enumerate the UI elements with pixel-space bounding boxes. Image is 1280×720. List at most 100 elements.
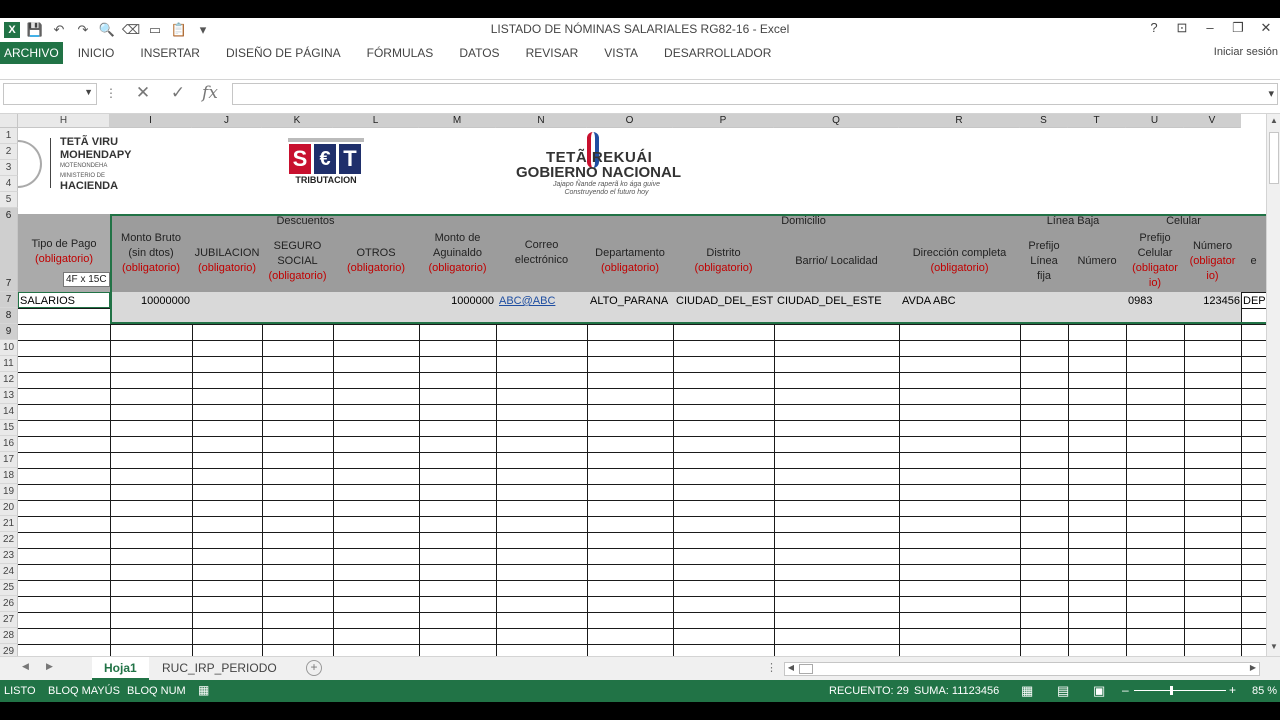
zoom-slider-thumb[interactable]	[1170, 686, 1173, 695]
row-header-20[interactable]: 20	[0, 500, 18, 516]
row-header-27[interactable]: 27	[0, 612, 18, 628]
row-header-23[interactable]: 23	[0, 548, 18, 564]
page-break-icon[interactable]: ▣	[1093, 683, 1105, 699]
tab-vista[interactable]: VISTA	[591, 42, 651, 64]
cell-h8[interactable]: SALARIOS	[20, 294, 108, 308]
select-all-corner[interactable]	[0, 114, 18, 128]
cancel-formula-button[interactable]: ✕	[132, 83, 154, 103]
tab-archivo[interactable]: ARCHIVO	[0, 42, 63, 64]
row-header-24[interactable]: 24	[0, 564, 18, 580]
minimize-button[interactable]: –	[1202, 20, 1218, 36]
row-header-18[interactable]: 18	[0, 468, 18, 484]
row-header-9[interactable]: 9	[0, 324, 18, 340]
row-header-17[interactable]: 17	[0, 452, 18, 468]
column-header-s[interactable]: S	[1020, 114, 1068, 128]
row-header-12[interactable]: 12	[0, 372, 18, 388]
row-header-13[interactable]: 13	[0, 388, 18, 404]
row-header-2[interactable]: 2	[0, 144, 18, 160]
zoom-level[interactable]: 85 %	[1252, 685, 1277, 697]
expand-formula-icon[interactable]: ▾	[1268, 87, 1274, 100]
scroll-left-icon[interactable]: ◀	[785, 663, 797, 672]
ribbon-display-button[interactable]: ⊡	[1174, 20, 1190, 36]
zoom-in-icon[interactable]: +	[1229, 683, 1236, 697]
insert-function-button[interactable]: fx	[199, 83, 221, 103]
tab-datos[interactable]: DATOS	[446, 42, 512, 64]
chevron-down-icon[interactable]: ▼	[84, 87, 93, 97]
column-header-u[interactable]: U	[1126, 114, 1184, 128]
normal-view-icon[interactable]: ▦	[1021, 683, 1033, 699]
row-header-14[interactable]: 14	[0, 404, 18, 420]
cell-n8-link[interactable]: ABC@ABC	[499, 294, 585, 308]
scroll-down-icon[interactable]: ▼	[1267, 642, 1280, 651]
vertical-scroll-thumb[interactable]	[1269, 132, 1279, 184]
column-header-t[interactable]: T	[1068, 114, 1126, 128]
macro-record-icon[interactable]: ▦	[198, 683, 209, 697]
column-header-o[interactable]: O	[587, 114, 673, 128]
row-header-3[interactable]: 3	[0, 160, 18, 176]
column-header-k[interactable]: K	[262, 114, 333, 128]
horizontal-scrollbar[interactable]: ◀ ▶	[784, 662, 1260, 676]
row-header-21[interactable]: 21	[0, 516, 18, 532]
tab-revisar[interactable]: REVISAR	[513, 42, 592, 64]
enter-formula-button[interactable]: ✓	[167, 83, 189, 103]
cell-o8[interactable]: ALTO_PARANA	[590, 294, 672, 308]
cell-q8[interactable]: CIUDAD_DEL_ESTE	[777, 294, 898, 308]
column-header-r[interactable]: R	[899, 114, 1020, 128]
worksheet-grid[interactable]: HIJKLMNOPQRSTUV 1 2 3 4 5 6 7 8 9 10 11 12 13 14 15 16 1…	[0, 114, 1280, 656]
column-header-v[interactable]: V	[1184, 114, 1241, 128]
tab-diseno-pagina[interactable]: DISEÑO DE PÁGINA	[213, 42, 354, 64]
prev-sheet-icon[interactable]: ◀	[22, 661, 29, 672]
vertical-scrollbar[interactable]: ▲ ▼	[1266, 114, 1280, 656]
page-layout-icon[interactable]: ▤	[1057, 683, 1069, 699]
sheet-tab-ruc-irp-periodo[interactable]: RUC_IRP_PERIODO	[150, 657, 289, 680]
row-header-28[interactable]: 28	[0, 628, 18, 644]
column-header-q[interactable]: Q	[774, 114, 899, 128]
row-header-7[interactable]: 7	[0, 292, 18, 308]
row-header-1[interactable]: 1	[0, 128, 18, 144]
tab-inicio[interactable]: INICIO	[65, 42, 128, 64]
cell-m8[interactable]: 1000000	[421, 294, 494, 308]
row-header-29[interactable]: 29	[0, 644, 18, 656]
row-header-16[interactable]: 16	[0, 436, 18, 452]
row-header-25[interactable]: 25	[0, 580, 18, 596]
cell-p8[interactable]: CIUDAD_DEL_ESTE	[676, 294, 773, 308]
row-header-6[interactable]: 6	[0, 208, 18, 286]
sheet-tab-hoja1[interactable]: Hoja1	[92, 657, 149, 680]
name-box[interactable]: ▼	[3, 83, 97, 105]
column-header-i[interactable]: I	[110, 114, 192, 128]
sign-in-link[interactable]: Iniciar sesión	[1214, 46, 1278, 58]
cell-w8[interactable]: DEP	[1243, 294, 1266, 308]
cell-i8[interactable]: 10000000	[112, 294, 190, 308]
row-header-10[interactable]: 10	[0, 340, 18, 356]
row-header-5[interactable]: 5	[0, 192, 18, 208]
row-header-26[interactable]: 26	[0, 596, 18, 612]
zoom-slider[interactable]	[1134, 690, 1226, 691]
tab-insertar[interactable]: INSERTAR	[127, 42, 213, 64]
horizontal-scroll-thumb[interactable]	[799, 664, 813, 674]
zoom-out-icon[interactable]: –	[1122, 683, 1129, 697]
column-header-j[interactable]: J	[192, 114, 262, 128]
restore-button[interactable]: ❐	[1230, 20, 1246, 36]
row-header-15[interactable]: 15	[0, 420, 18, 436]
help-button[interactable]: ?	[1146, 20, 1162, 36]
row-header-7[interactable]: 7	[0, 276, 18, 292]
row-header-19[interactable]: 19	[0, 484, 18, 500]
column-header-p[interactable]: P	[673, 114, 774, 128]
add-sheet-button[interactable]: +	[306, 660, 322, 676]
row-header-22[interactable]: 22	[0, 532, 18, 548]
cell-u8[interactable]: 0983	[1128, 294, 1183, 308]
formula-input[interactable]: ▾	[232, 83, 1278, 105]
scroll-right-icon[interactable]: ▶	[1247, 663, 1259, 672]
column-header-n[interactable]: N	[496, 114, 587, 128]
cell-r8[interactable]: AVDA ABC	[902, 294, 1019, 308]
tab-formulas[interactable]: FÓRMULAS	[354, 42, 447, 64]
row-header-11[interactable]: 11	[0, 356, 18, 372]
row-header-4[interactable]: 4	[0, 176, 18, 192]
column-header-l[interactable]: L	[333, 114, 419, 128]
column-header-m[interactable]: M	[419, 114, 496, 128]
next-sheet-icon[interactable]: ▶	[46, 661, 53, 672]
close-button[interactable]: ✕	[1258, 20, 1274, 36]
column-header-h[interactable]: H	[18, 114, 110, 128]
tab-desarrollador[interactable]: DESARROLLADOR	[651, 42, 784, 64]
cell-v8[interactable]: 123456	[1186, 294, 1240, 308]
